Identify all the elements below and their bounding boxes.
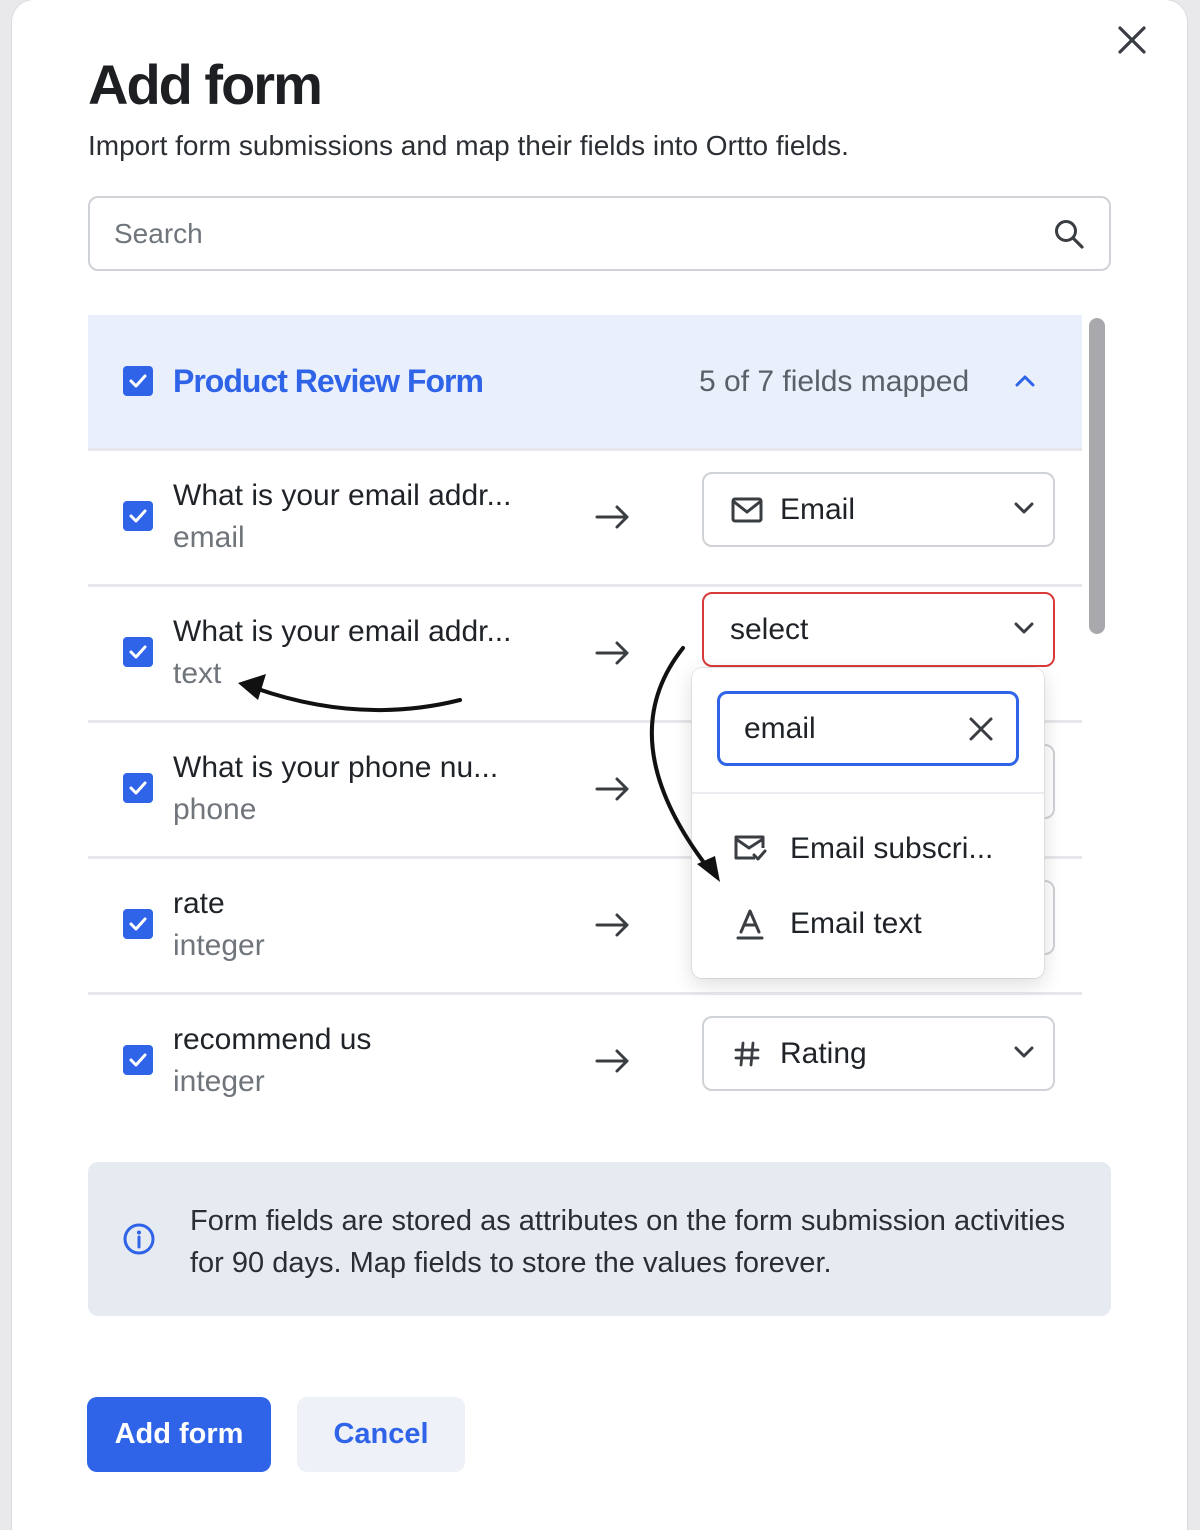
dropdown-option-label: Email subscri... [790,832,994,865]
arrow-right-icon [595,1049,629,1073]
field-question: What is your email addr... [173,479,512,512]
modal-subtitle: Import form submissions and map their fi… [88,130,849,161]
chevron-down-icon [1014,1046,1034,1058]
check-icon [129,1053,147,1067]
arrow-right-icon [595,913,629,937]
group-checkbox[interactable] [123,366,153,396]
field-row: recommend us integer Rating [88,992,1082,1128]
dropdown-search-value[interactable]: email [744,712,966,746]
arrow-right-icon [595,777,629,801]
mapping-select-email[interactable]: Email [702,472,1055,547]
scrollbar[interactable] [1089,318,1105,634]
field-dropdown-menu: email Email subscri... Email text [692,668,1044,978]
close-icon [1118,26,1146,54]
form-group-header[interactable]: Product Review Form 5 of 7 fields mapped [88,315,1082,448]
close-button[interactable] [1116,24,1148,56]
hash-icon [730,1037,764,1071]
clear-search-button[interactable] [966,714,996,744]
search-box [88,196,1111,271]
dropdown-divider [692,792,1044,794]
text-format-icon [732,906,768,942]
field-question: What is your phone nu... [173,751,499,784]
info-icon [123,1223,155,1255]
field-checkbox[interactable] [123,909,153,939]
field-row: What is your email addr... email Email [88,448,1082,584]
mapping-select-open[interactable]: select [702,592,1055,667]
dropdown-option-email-subscription[interactable]: Email subscri... [732,829,993,869]
mapped-count: 5 of 7 fields mapped [699,365,970,398]
dropdown-search-field[interactable]: email [717,691,1019,766]
field-checkbox[interactable] [123,501,153,531]
info-text: Form fields are stored as attributes on … [190,1205,1066,1279]
chevron-down-icon [1014,622,1034,634]
field-type: phone [173,793,257,826]
form-group-name[interactable]: Product Review Form [173,363,484,400]
cancel-button[interactable]: Cancel [297,1397,465,1472]
search-icon[interactable] [1053,218,1085,250]
check-icon [129,645,147,659]
check-icon [129,374,147,388]
check-icon [129,917,147,931]
chevron-up-icon[interactable] [1014,373,1036,389]
field-checkbox[interactable] [123,773,153,803]
check-icon [129,781,147,795]
search-input[interactable] [114,217,1053,250]
add-form-button[interactable]: Add form [87,1397,271,1472]
modal-title: Add form [88,53,323,116]
info-banner: Form fields are stored as attributes on … [88,1162,1111,1316]
dropdown-option-label: Email text [790,907,922,940]
mapping-select-label: select [730,612,809,646]
field-type: integer [173,929,265,962]
arrow-right-icon [595,505,629,529]
field-checkbox[interactable] [123,637,153,667]
mapping-select-rating[interactable]: Rating [702,1016,1055,1091]
field-type: text [173,657,222,690]
close-icon [969,717,993,740]
field-type: email [173,521,245,554]
arrow-right-icon [595,641,629,665]
check-icon [129,509,147,523]
field-type: integer [173,1065,265,1098]
field-checkbox[interactable] [123,1045,153,1075]
field-question: What is your email addr... [173,615,512,648]
dropdown-option-email-text[interactable]: Email text [732,904,922,944]
field-question: recommend us [173,1023,372,1056]
envelope-icon [730,493,764,527]
email-check-icon [732,831,768,867]
field-question: rate [173,887,225,920]
chevron-down-icon [1014,502,1034,514]
